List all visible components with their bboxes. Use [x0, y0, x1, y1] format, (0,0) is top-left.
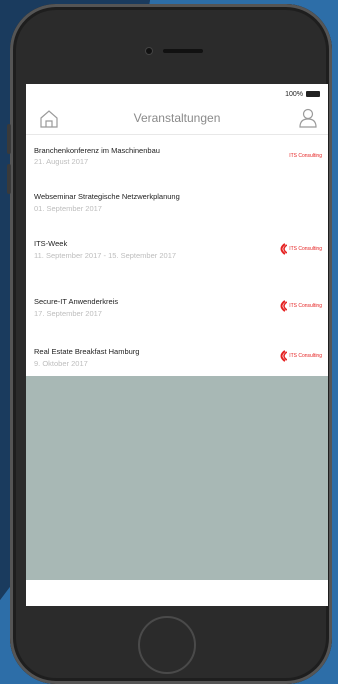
- battery-icon: [306, 91, 320, 97]
- its-consulting-logo: ITS Consulting: [277, 350, 322, 362]
- its-swoosh-icon: [280, 350, 288, 362]
- battery-label: 100%: [285, 90, 303, 98]
- event-date: 11. September 2017 - 15. September 2017: [34, 251, 177, 260]
- navigation-bar: Veranstaltungen: [26, 102, 328, 135]
- its-consulting-logo: ITS Consulting: [277, 300, 322, 312]
- event-title: Secure-IT Anwenderkreis: [34, 297, 119, 306]
- event-title: Webseminar Strategische Netzwerkplanung: [34, 192, 180, 201]
- event-title: Branchenkonferenz im Maschinenbau: [34, 146, 160, 155]
- user-icon[interactable]: [298, 107, 318, 129]
- page-title: Veranstaltungen: [133, 111, 221, 125]
- earpiece-speaker: [163, 49, 203, 53]
- logo-text: ITS Consulting: [289, 303, 322, 309]
- event-date: 9. Oktober 2017: [34, 359, 88, 368]
- front-camera: [146, 48, 152, 54]
- volume-down-button: [7, 164, 11, 194]
- list-item[interactable]: Branchenkonferenz im Maschinenbau 21. Au…: [26, 135, 328, 177]
- list-item[interactable]: ITS-Week 11. September 2017 - 15. Septem…: [26, 229, 328, 271]
- home-button[interactable]: [138, 616, 196, 674]
- event-date: 21. August 2017: [34, 157, 89, 166]
- list-item[interactable]: Real Estate Breakfast Hamburg 9. Oktober…: [26, 335, 328, 377]
- logo-text: ITS Consulting: [289, 353, 322, 359]
- app-screen: 100% Veranstaltungen Branchenkonferenz i…: [26, 84, 328, 606]
- home-icon[interactable]: [38, 108, 60, 130]
- list-item[interactable]: Webseminar Strategische Netzwerkplanung …: [26, 180, 328, 222]
- event-title: Real Estate Breakfast Hamburg: [34, 347, 140, 356]
- its-swoosh-icon: [280, 300, 288, 312]
- event-title: ITS-Week: [34, 239, 68, 248]
- its-swoosh-icon: [280, 243, 288, 255]
- its-consulting-logo: ITS Consulting: [277, 243, 322, 255]
- list-item[interactable]: Secure-IT Anwenderkreis 17. September 20…: [26, 285, 328, 327]
- event-date: 01. September 2017: [34, 204, 102, 213]
- event-date: 17. September 2017: [34, 309, 102, 318]
- empty-content-area: [26, 376, 328, 580]
- status-bar: 100%: [285, 88, 320, 100]
- its-consulting-logo: ITS Consulting: [289, 153, 322, 159]
- volume-up-button: [7, 124, 11, 154]
- logo-text: ITS Consulting: [289, 246, 322, 252]
